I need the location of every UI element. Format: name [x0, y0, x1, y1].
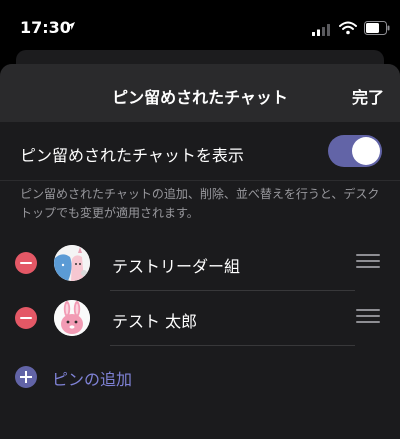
- rabbit-avatar-icon: [54, 300, 90, 336]
- add-pin-label: ピンの追加: [52, 370, 133, 389]
- location-arrow-icon: [67, 22, 75, 30]
- toggle-label: ピン留めされたチャットを表示: [20, 146, 244, 165]
- add-pin-button[interactable]: ピンの追加: [0, 360, 400, 396]
- plus-icon: [15, 366, 37, 388]
- group-avatar-icon: [54, 245, 90, 281]
- pinned-chat-name: テスト 太郎: [112, 312, 198, 331]
- screen: 17:30 ピン留めされたチャット 完了 ピン留めされたチャットを表示 ピン留め…: [0, 0, 400, 439]
- description-text: ピン留めされたチャットの追加、削除、並べ替えを行うと、デスクトップでも変更が適用…: [20, 187, 380, 220]
- pinned-chat-row: テスト 太郎: [0, 291, 400, 345]
- sheet-header: ピン留めされたチャット 完了: [0, 64, 400, 122]
- show-pinned-toggle[interactable]: [328, 135, 382, 167]
- remove-pin-button[interactable]: [15, 252, 37, 274]
- battery-icon: [364, 21, 390, 35]
- toggle-knob: [352, 137, 380, 165]
- sheet-title: ピン留めされたチャット: [112, 88, 288, 107]
- pinned-chat-name: テストリーダー組: [112, 257, 241, 276]
- show-pinned-toggle-row: ピン留めされたチャットを表示: [0, 122, 400, 181]
- reorder-handle-icon[interactable]: [356, 309, 380, 325]
- pinned-chat-row: テストリーダー組: [0, 236, 400, 290]
- reorder-handle-icon[interactable]: [356, 254, 380, 270]
- cellular-signal-icon: [312, 24, 330, 36]
- wifi-icon: [339, 21, 357, 35]
- status-bar: 17:30: [0, 0, 400, 44]
- done-button[interactable]: 完了: [352, 84, 384, 108]
- row-divider: [110, 345, 355, 346]
- status-time: 17:30: [20, 18, 71, 37]
- pinned-chats-sheet: ピン留めされたチャット 完了 ピン留めされたチャットを表示 ピン留めされたチャッ…: [0, 64, 400, 439]
- remove-pin-button[interactable]: [15, 307, 37, 329]
